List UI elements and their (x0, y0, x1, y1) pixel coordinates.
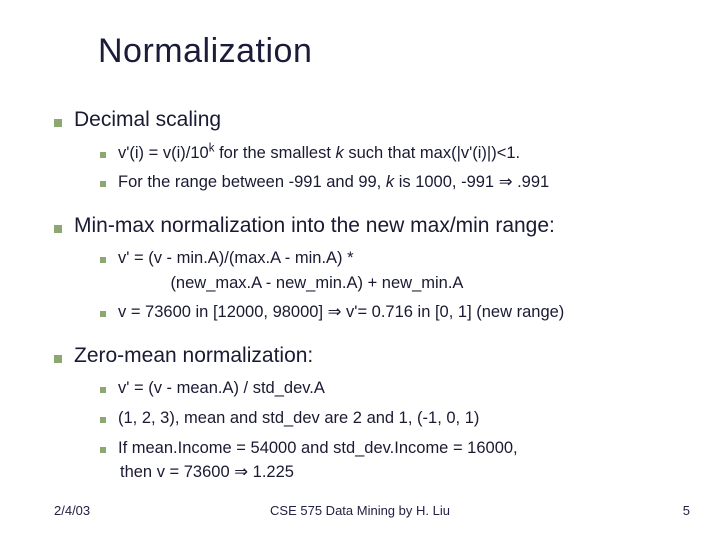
square-bullet-icon (100, 181, 106, 187)
square-bullet-icon (100, 257, 106, 263)
square-bullet-icon (54, 119, 62, 127)
square-bullet-icon (100, 447, 106, 453)
square-bullet-icon (100, 417, 106, 423)
slide-title: Normalization (98, 32, 312, 71)
body-text: v'(i) = v(i)/10k for the smallest k such… (118, 141, 674, 167)
square-bullet-icon (54, 355, 62, 363)
slide-content: Decimal scaling v'(i) = v(i)/10k for the… (54, 104, 674, 486)
square-bullet-icon (54, 225, 62, 233)
continuation-line: then v = 73600 ⇒ 1.225 (100, 460, 674, 486)
body-text: v' = (v - min.A)/(max.A - min.A) * (118, 246, 674, 272)
footer-course: CSE 575 Data Mining by H. Liu (0, 503, 720, 518)
body-text: If mean.Income = 54000 and std_dev.Incom… (118, 436, 674, 462)
square-bullet-icon (100, 152, 106, 158)
square-bullet-icon (100, 311, 106, 317)
sub-bullet: (1, 2, 3), mean and std_dev are 2 and 1,… (100, 406, 674, 432)
slide: Normalization Normalization Decimal scal… (0, 0, 720, 540)
bullet-zero-mean: Zero-mean normalization: (54, 340, 674, 373)
sub-bullet: v' = (v - mean.A) / std_dev.A (100, 376, 674, 402)
body-text: (1, 2, 3), mean and std_dev are 2 and 1,… (118, 406, 674, 432)
sub-bullet: If mean.Income = 54000 and std_dev.Incom… (100, 436, 674, 462)
sub-bullet: v'(i) = v(i)/10k for the smallest k such… (100, 141, 674, 167)
heading-text: Decimal scaling (74, 104, 674, 137)
sub-bullet: For the range between -991 and 99, k is … (100, 170, 674, 196)
continuation-line: (new_max.A - new_min.A) + new_min.A (100, 271, 674, 297)
heading-text: Zero-mean normalization: (74, 340, 674, 373)
bullet-decimal-scaling: Decimal scaling (54, 104, 674, 137)
footer-page-number: 5 (683, 503, 690, 518)
body-text: v' = (v - mean.A) / std_dev.A (118, 376, 674, 402)
heading-text: Min-max normalization into the new max/m… (74, 210, 674, 243)
sub-bullet: v' = (v - min.A)/(max.A - min.A) * (100, 246, 674, 272)
bullet-min-max: Min-max normalization into the new max/m… (54, 210, 674, 243)
sub-bullet: v = 73600 in [12000, 98000] ⇒ v'= 0.716 … (100, 300, 674, 326)
body-text: For the range between -991 and 99, k is … (118, 170, 674, 196)
body-text: v = 73600 in [12000, 98000] ⇒ v'= 0.716 … (118, 300, 674, 326)
square-bullet-icon (100, 387, 106, 393)
